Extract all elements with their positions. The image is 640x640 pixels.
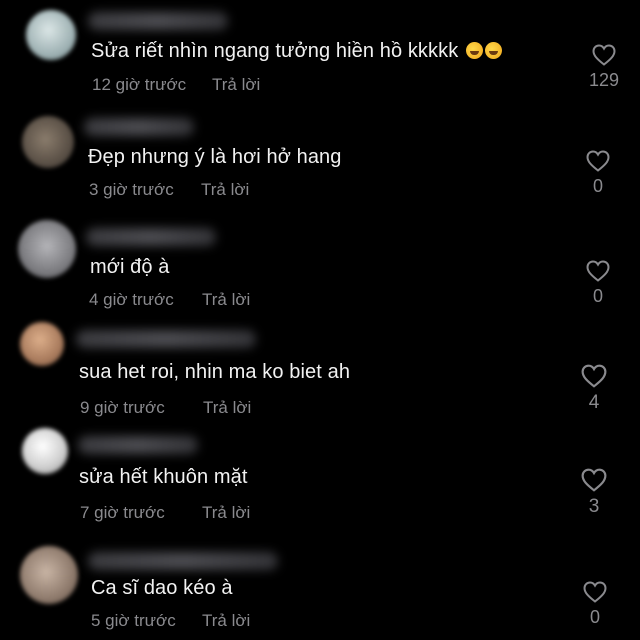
avatar[interactable]	[26, 10, 76, 60]
username-blurred[interactable]	[88, 12, 228, 30]
comment-time: 7 giờ trước	[80, 503, 165, 522]
like-button[interactable]: 0	[575, 581, 615, 628]
comment-text: Ca sĩ dao kéo à	[91, 577, 233, 599]
avatar[interactable]	[18, 220, 76, 278]
username-blurred[interactable]	[84, 118, 194, 136]
heart-outline-icon	[592, 44, 616, 66]
like-count: 3	[588, 496, 600, 517]
like-button[interactable]: 4	[574, 364, 614, 414]
heart-outline-icon	[586, 260, 610, 282]
reply-button[interactable]: Trả lời	[203, 398, 251, 418]
avatar[interactable]	[20, 322, 64, 366]
comment-time: 4 giờ trước	[89, 290, 174, 309]
reply-button[interactable]: Trả lời	[202, 503, 250, 523]
laughing-emoji-icon	[466, 42, 484, 59]
comment-text: sửa hết khuôn mặt	[79, 466, 248, 488]
heart-outline-icon	[581, 468, 607, 492]
like-count: 0	[589, 607, 600, 627]
like-button[interactable]: 0	[578, 150, 618, 197]
comment-text: Sửa riết nhìn ngang tưởng hiền hồ kkkkk	[91, 40, 503, 63]
comment-time: 9 giờ trước	[80, 398, 165, 417]
username-blurred[interactable]	[78, 436, 198, 454]
heart-outline-icon	[586, 150, 610, 172]
comment-text: mới độ à	[90, 256, 170, 278]
reply-button[interactable]: Trả lời	[202, 611, 250, 631]
reply-button[interactable]: Trả lời	[202, 290, 250, 310]
username-blurred[interactable]	[88, 552, 278, 570]
avatar[interactable]	[22, 428, 68, 474]
like-button[interactable]: 3	[574, 468, 614, 518]
laughing-emoji-icon	[485, 42, 503, 59]
reply-button[interactable]: Trả lời	[212, 75, 260, 95]
avatar[interactable]	[20, 546, 78, 604]
comment-text: sua het roi, nhin ma ko biet ah	[79, 361, 351, 383]
comment-time: 5 giờ trước	[91, 611, 176, 630]
avatar[interactable]	[22, 116, 74, 168]
username-blurred[interactable]	[86, 228, 216, 246]
like-count: 0	[592, 286, 603, 306]
comment-time: 3 giờ trước	[89, 180, 174, 199]
username-blurred[interactable]	[76, 330, 256, 348]
like-button[interactable]: 129	[584, 44, 624, 91]
like-count: 0	[592, 176, 603, 196]
heart-outline-icon	[583, 581, 607, 603]
like-count: 129	[588, 70, 620, 90]
comment-time: 12 giờ trước	[92, 75, 187, 94]
comment-text: Đẹp nhưng ý là hơi hở hang	[88, 146, 342, 168]
heart-outline-icon	[581, 364, 607, 388]
reply-button[interactable]: Trả lời	[201, 180, 249, 200]
like-button[interactable]: 0	[578, 260, 618, 307]
like-count: 4	[588, 392, 600, 413]
